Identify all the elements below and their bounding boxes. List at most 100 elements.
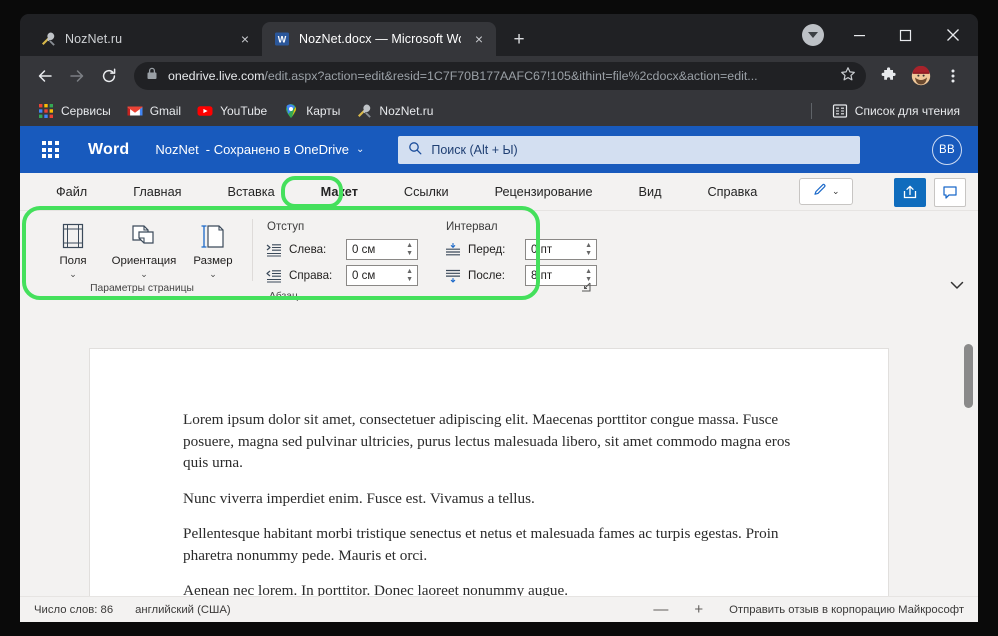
document-canvas[interactable]: Lorem ipsum dolor sit amet, consectetuer…	[20, 336, 978, 599]
chevron-down-icon[interactable]: ⌄	[356, 144, 364, 155]
chevron-down-icon[interactable]: ⌄	[69, 270, 77, 279]
chevron-down-icon[interactable]: ⌄	[832, 186, 840, 197]
avatar[interactable]: ВВ	[932, 134, 962, 165]
tab-title: NozNet.docx — Microsoft Word	[299, 32, 461, 46]
margins-button[interactable]: Поля ⌄	[44, 217, 102, 281]
tab-close-icon[interactable]: ×	[470, 30, 488, 48]
new-tab-button[interactable]: +	[505, 25, 533, 53]
spacing-after-value: 8 пт	[531, 269, 553, 282]
search-placeholder: Поиск (Alt + Ы)	[431, 142, 518, 157]
bookmarks-bar: Сервисы Gmail YouTube Карты NozNet.ru Сп…	[20, 96, 978, 126]
tab-ssylki[interactable]: Ссылки	[390, 180, 463, 204]
tab-close-icon[interactable]: ×	[236, 30, 254, 48]
chevron-down-icon[interactable]: ⌄	[140, 270, 148, 279]
reload-button[interactable]	[94, 61, 124, 91]
ribbon-collapse-button[interactable]	[950, 281, 964, 293]
lock-icon	[146, 67, 158, 85]
browser-tab-noznet-ru[interactable]: NozNet.ru ×	[28, 22, 262, 56]
orientation-button[interactable]: Ориентация ⌄	[106, 217, 182, 281]
window-minimize-button[interactable]	[836, 14, 882, 56]
ribbon-group-page-setup: Поля ⌄ Ориентация ⌄ Размер ⌄ Параметры с…	[44, 211, 240, 299]
reading-list-area: Список для чтения	[810, 96, 968, 126]
spacing-title: Интервал	[446, 221, 498, 233]
window-close-button[interactable]	[928, 14, 978, 56]
button-label: Поля	[59, 255, 87, 267]
tab-glavnaya[interactable]: Главная	[119, 180, 195, 204]
orientation-icon	[129, 220, 159, 252]
word-brand-label[interactable]: Word	[88, 141, 129, 159]
spacing-before-icon	[444, 242, 461, 257]
bookmark-noznet-ru[interactable]: NozNet.ru	[348, 100, 441, 122]
search-icon	[408, 141, 422, 158]
tab-vstavka[interactable]: Вставка	[214, 180, 289, 204]
indent-left-row: Слева: 0 см ▲ ▼	[265, 239, 418, 260]
address-bar[interactable]: onedrive.live.com/edit.aspx?action=edit&…	[134, 62, 866, 90]
send-feedback-link[interactable]: Отправить отзыв в корпорацию Майкрософт	[729, 604, 964, 616]
pencil-icon	[813, 182, 828, 202]
zoom-in-button[interactable]: +	[694, 602, 703, 617]
comments-button[interactable]	[934, 177, 966, 207]
tab-strip: NozNet.ru × W NozNet.docx — Microsoft Wo…	[20, 14, 978, 56]
share-button[interactable]	[894, 177, 926, 207]
bookmark-karty[interactable]: Карты	[275, 100, 348, 122]
indent-fieldset: Отступ Слева: 0 см ▲ ▼ Справа: 0 см ▲ ▼	[265, 217, 418, 291]
forward-button[interactable]	[62, 61, 92, 91]
indent-right-stepper[interactable]: 0 см ▲ ▼	[346, 265, 418, 286]
indent-left-stepper[interactable]: 0 см ▲ ▼	[346, 239, 418, 260]
browser-tab-noznet-docx[interactable]: W NozNet.docx — Microsoft Word ×	[262, 22, 496, 56]
reading-list-label: Список для чтения	[854, 104, 960, 118]
indent-right-icon	[265, 268, 282, 283]
ribbon-group-label: Параметры страницы	[90, 283, 194, 294]
bookmark-label: NozNet.ru	[379, 104, 434, 118]
tab-spravka[interactable]: Справка	[694, 180, 772, 204]
tab-maket[interactable]: Макет	[307, 180, 372, 204]
size-button[interactable]: Размер ⌄	[186, 217, 240, 281]
word-icon: W	[274, 31, 290, 47]
search-input[interactable]: Поиск (Alt + Ы)	[398, 135, 861, 164]
document-title-area[interactable]: NozNet - Сохранено в OneDrive ⌄	[155, 142, 364, 157]
bookmark-label: Карты	[306, 104, 341, 118]
bookmark-servisy[interactable]: Сервисы	[30, 100, 119, 122]
url-path: /edit.aspx?action=edit&resid=1C7F70B177A…	[264, 69, 758, 83]
size-icon	[198, 220, 228, 252]
zoom-out-button[interactable]: —	[653, 602, 668, 617]
browser-menu-icon[interactable]	[938, 61, 968, 91]
indent-title: Отступ	[267, 221, 305, 233]
button-label: Размер	[193, 255, 233, 267]
window-controls	[802, 14, 978, 56]
document-scrollbar[interactable]	[964, 344, 973, 594]
word-count[interactable]: Число слов: 86	[34, 604, 113, 616]
chevron-down-icon[interactable]: ⌄	[209, 270, 217, 279]
indent-left-label: Слева:	[289, 243, 327, 256]
bookmark-youtube[interactable]: YouTube	[189, 100, 275, 122]
extensions-puzzle-icon[interactable]	[874, 61, 904, 91]
ribbon-group-label: Абзац	[269, 291, 298, 302]
google-apps-icon	[38, 103, 54, 119]
profile-avatar-icon[interactable]	[906, 61, 936, 91]
spacing-before-stepper[interactable]: 0 пт ▲ ▼	[525, 239, 597, 260]
tab-vid[interactable]: Вид	[625, 180, 676, 204]
bookmark-gmail[interactable]: Gmail	[119, 100, 189, 122]
paragraph-dialog-launcher[interactable]	[581, 282, 591, 294]
spacing-fieldset: Интервал Перед: 0 пт ▲ ▼ После: 8 пт ▲ ▼	[444, 217, 597, 291]
document-text[interactable]: Lorem ipsum dolor sit amet, consectetuer…	[90, 349, 888, 599]
back-button[interactable]	[30, 61, 60, 91]
profile-chip-icon[interactable]	[802, 24, 824, 46]
paragraph-fields: Отступ Слева: 0 см ▲ ▼ Справа: 0 см ▲ ▼ …	[265, 211, 597, 291]
scrollbar-thumb[interactable]	[964, 344, 973, 408]
indent-left-icon	[265, 242, 282, 257]
reading-list-button[interactable]: Список для чтения	[824, 100, 968, 122]
stepper-arrows[interactable]: ▲ ▼	[406, 240, 413, 259]
window-maximize-button[interactable]	[882, 14, 928, 56]
tab-fajl[interactable]: Файл	[42, 180, 101, 204]
star-icon[interactable]	[840, 66, 856, 87]
editing-mode-button[interactable]: ⌄	[799, 178, 854, 205]
document-page[interactable]: Lorem ipsum dolor sit amet, consectetuer…	[90, 349, 888, 599]
app-launcher-icon[interactable]	[34, 134, 66, 166]
language-indicator[interactable]: английский (США)	[135, 604, 231, 616]
maps-pin-icon	[283, 103, 299, 119]
gmail-icon	[127, 103, 143, 119]
tab-recenzirovanie[interactable]: Рецензирование	[481, 180, 607, 204]
stepper-arrows[interactable]: ▲ ▼	[406, 266, 413, 285]
stepper-arrows[interactable]: ▲ ▼	[585, 240, 592, 259]
